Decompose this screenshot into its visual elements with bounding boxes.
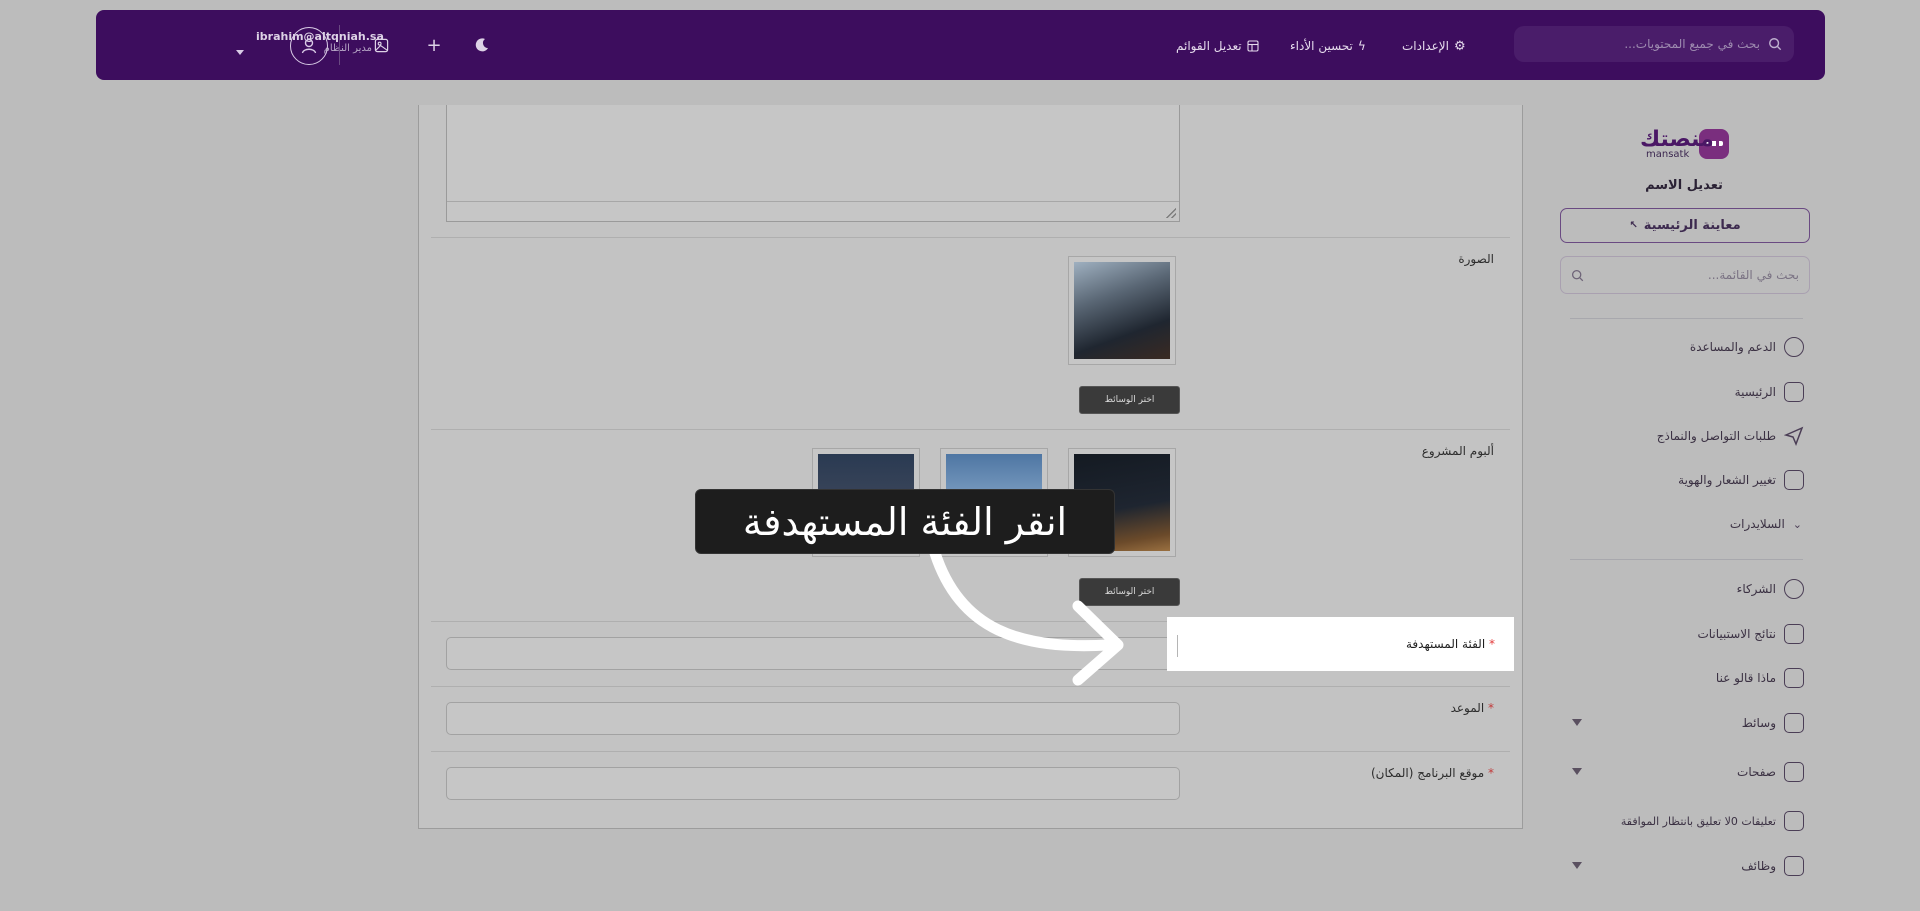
instruction-tooltip: انقر الفئة المستهدفة (695, 489, 1115, 554)
album-label: ألبوم المشروع (1421, 444, 1494, 458)
sidebar-divider (1570, 559, 1803, 560)
home-icon (1784, 382, 1804, 402)
gear-icon: ⚙ (1453, 38, 1466, 54)
settings-label: الإعدادات (1402, 39, 1449, 53)
search-icon (1769, 38, 1782, 51)
sidebar-divider (1570, 318, 1803, 319)
image-icon (1784, 713, 1804, 733)
editor-status-bar (447, 201, 1179, 221)
location-input[interactable] (446, 767, 1180, 800)
divider (431, 751, 1510, 752)
sidebar-item-label: وسائط (1741, 716, 1776, 730)
target-audience-select-edge[interactable] (1177, 635, 1178, 657)
sidebar-item-label: الدعم والمساعدة (1689, 340, 1776, 354)
comment-icon (1784, 811, 1804, 831)
sidebar-item-testimonials[interactable]: ماذا قالو عنا (1560, 663, 1810, 693)
global-search-input[interactable]: بحث في جميع المحتويات... (1526, 37, 1760, 51)
divider (431, 429, 1510, 430)
sidebar-item-jobs[interactable]: وظائف (1560, 851, 1810, 881)
performance-label: تحسين الأداء (1290, 39, 1353, 53)
sidebar-item-survey-results[interactable]: نتائج الاستبيانات (1560, 619, 1810, 649)
divider (431, 237, 1510, 238)
date-label-text: الموعد (1450, 701, 1485, 715)
send-icon (1783, 426, 1804, 447)
layout-icon (1247, 40, 1259, 52)
expand-triangle-icon[interactable] (1572, 862, 1582, 869)
help-circle-icon (1784, 337, 1804, 357)
sidebar-item-label: صفحات (1737, 765, 1776, 779)
sidebar-item-label: تعليقات 0لا تعليق بانتظار الموافقة (1620, 814, 1776, 828)
preview-home-button[interactable]: معاينة الرئيسية ↖ (1560, 208, 1810, 243)
user-menu-caret-icon[interactable] (236, 50, 244, 55)
handshake-icon (1784, 579, 1804, 599)
expand-triangle-icon[interactable] (1572, 719, 1582, 726)
sidebar-item-contact-requests[interactable]: طلبات التواصل والنماذج (1560, 421, 1810, 451)
global-search[interactable]: بحث في جميع المحتويات... (1514, 26, 1794, 62)
sidebar-item-comments[interactable]: تعليقات 0لا تعليق بانتظار الموافقة (1560, 806, 1810, 836)
top-header: ibrahim@altqniah.sa مدير النظام + تعديل … (96, 10, 1825, 80)
sidebar: منصتك mansatk تعديل الاسم معاينة الرئيسي… (1543, 105, 1825, 911)
header-divider (339, 25, 340, 65)
divider (431, 686, 1510, 687)
avatar[interactable] (290, 27, 328, 65)
image-label: الصورة (1458, 252, 1494, 266)
sidebar-item-label: السلايدرات (1729, 517, 1785, 531)
add-icon[interactable]: + (422, 33, 446, 57)
target-audience-label-text: الفئة المستهدفة (1405, 637, 1486, 651)
logo-subtitle: mansatk (1646, 149, 1690, 160)
performance-link[interactable]: ϟ تحسين الأداء (1290, 37, 1366, 55)
sidebar-item-branding[interactable]: تغيير الشعار والهوية (1560, 465, 1810, 495)
choose-media-button[interactable]: اختر الوسائط (1079, 578, 1180, 606)
user-icon (301, 38, 317, 54)
sidebar-item-home[interactable]: الرئيسية (1560, 377, 1810, 407)
sidebar-item-partners[interactable]: الشركاء (1560, 574, 1810, 604)
date-input[interactable] (446, 702, 1180, 735)
choose-media-button[interactable]: اختر الوسائط (1079, 386, 1180, 414)
resize-handle[interactable] (1166, 208, 1176, 218)
sidebar-item-media[interactable]: وسائط (1560, 708, 1810, 738)
sidebar-item-label: تغيير الشعار والهوية (1678, 473, 1776, 487)
target-audience-label: * الفئة المستهدفة (1406, 637, 1495, 651)
required-mark: * (1489, 637, 1495, 651)
menu-search-input[interactable]: بحث في القائمة... (1584, 268, 1799, 282)
required-mark: * (1488, 701, 1494, 715)
briefcase-icon (1784, 856, 1804, 876)
target-audience-select[interactable] (446, 637, 1180, 670)
edit-menus-label: تعديل القوائم (1176, 39, 1242, 53)
sidebar-item-label: الرئيسية (1734, 385, 1776, 399)
sidebar-item-sliders[interactable]: ⌄ السلايدرات (1560, 509, 1810, 539)
sidebar-item-label: ماذا قالو عنا (1715, 671, 1776, 685)
required-mark: * (1488, 766, 1494, 780)
grid-icon (1784, 624, 1804, 644)
external-arrow-icon: ↖ (1629, 220, 1638, 231)
sidebar-item-label: وظائف (1741, 859, 1776, 873)
tooltip-text: انقر الفئة المستهدفة (742, 499, 1068, 544)
expand-triangle-icon[interactable] (1572, 768, 1582, 775)
dark-mode-moon-icon[interactable] (470, 33, 494, 57)
edit-menus-link[interactable]: تعديل القوائم (1176, 37, 1259, 55)
crown-icon (1784, 668, 1804, 688)
sidebar-item-pages[interactable]: صفحات (1560, 757, 1810, 787)
location-label: * موقع البرنامج (المكان) (1371, 766, 1494, 780)
sidebar-item-label: طلبات التواصل والنماذج (1656, 429, 1776, 443)
preview-home-label: معاينة الرئيسية (1643, 218, 1741, 233)
site-name[interactable]: تعديل الاسم (1543, 178, 1825, 193)
menu-search[interactable]: بحث في القائمة... (1560, 256, 1810, 294)
layout-icon (1784, 470, 1804, 490)
pages-icon (1784, 762, 1804, 782)
settings-link[interactable]: ⚙ الإعدادات (1402, 37, 1466, 55)
sidebar-item-label: الشركاء (1736, 582, 1776, 596)
description-editor[interactable] (446, 105, 1180, 222)
sidebar-item-support[interactable]: الدعم والمساعدة (1560, 332, 1810, 362)
target-audience-row[interactable]: * الفئة المستهدفة (1167, 617, 1514, 671)
lightning-icon: ϟ (1357, 39, 1366, 53)
date-label: * الموعد (1451, 701, 1494, 715)
media-icon[interactable] (369, 33, 393, 57)
sidebar-item-label: نتائج الاستبيانات (1697, 627, 1776, 641)
location-label-text: موقع البرنامج (المكان) (1371, 766, 1485, 780)
search-icon (1571, 269, 1584, 281)
image-thumbnail[interactable] (1068, 256, 1176, 365)
chevron-down-icon: ⌄ (1792, 517, 1802, 531)
